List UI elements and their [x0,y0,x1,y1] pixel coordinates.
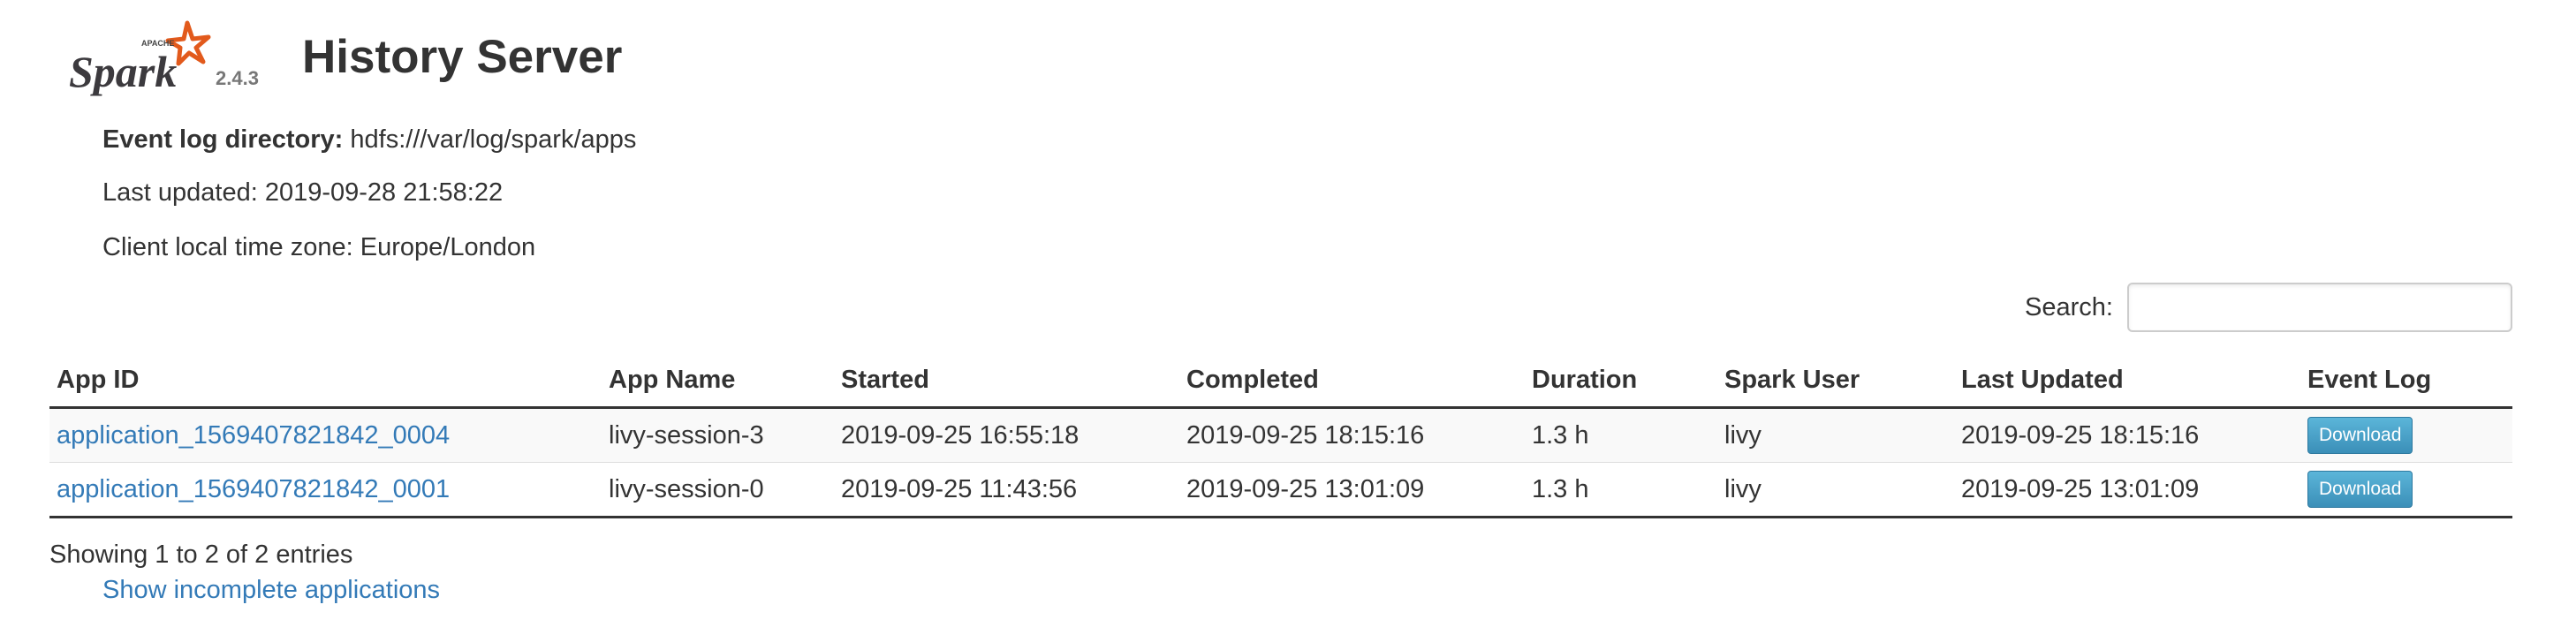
duration-cell: 1.3 h [1525,407,1717,463]
completed-cell: 2019-09-25 18:15:16 [1179,407,1525,463]
column-header-event-log[interactable]: Event Log [2300,360,2512,409]
app-id-link[interactable]: application_1569407821842_0001 [57,475,450,503]
started-cell: 2019-09-25 11:43:56 [834,462,1179,518]
search-box: Search: [2025,283,2512,332]
column-header-app-id[interactable]: App ID [49,360,602,409]
column-header-last-updated[interactable]: Last Updated [1954,360,2300,409]
app-id-link[interactable]: application_1569407821842_0004 [57,421,450,450]
column-header-app-name[interactable]: App Name [602,360,834,409]
svg-text:Spark: Spark [69,47,177,96]
download-button[interactable]: Download [2307,417,2413,454]
event-log-label: Event log directory: [102,125,344,154]
table-header-row: App ID App Name Started Completed Durati… [49,360,2512,409]
column-header-duration[interactable]: Duration [1525,360,1717,409]
last-updated: Last updated: 2019-09-28 21:58:22 [102,178,504,207]
app-name-cell: livy-session-3 [602,407,834,463]
page-header: APACHE Spark 2.4.3 History Server [64,18,1124,97]
event-log-directory: Event log directory: hdfs:///var/log/spa… [102,125,636,155]
entries-info: Showing 1 to 2 of 2 entries [49,541,353,569]
column-header-spark-user[interactable]: Spark User [1717,360,1954,409]
timezone-info: Client local time zone: Europe/London [102,233,536,261]
search-label: Search: [2025,292,2113,321]
column-header-started[interactable]: Started [834,360,1179,409]
app-name-cell: livy-session-0 [602,462,834,518]
applications-table: App ID App Name Started Completed Durati… [49,360,2512,518]
duration-cell: 1.3 h [1525,462,1717,518]
started-cell: 2019-09-25 16:55:18 [834,407,1179,463]
spark-user-cell: livy [1717,462,1954,518]
search-input[interactable] [2127,283,2512,332]
completed-cell: 2019-09-25 13:01:09 [1179,462,1525,518]
spark-logo-icon[interactable]: APACHE Spark [64,18,214,97]
download-button[interactable]: Download [2307,471,2413,508]
column-header-completed[interactable]: Completed [1179,360,1525,409]
show-incomplete-link[interactable]: Show incomplete applications [102,576,440,605]
page-title: History Server [302,31,623,83]
last-updated-cell: 2019-09-25 13:01:09 [1954,462,2300,518]
version-label: 2.4.3 [216,67,259,89]
event-log-value: hdfs:///var/log/spark/apps [350,125,637,154]
table-row: application_1569407821842_0004 livy-sess… [49,407,2512,463]
last-updated-cell: 2019-09-25 18:15:16 [1954,407,2300,463]
table-row: application_1569407821842_0001 livy-sess… [49,462,2512,518]
spark-user-cell: livy [1717,407,1954,463]
